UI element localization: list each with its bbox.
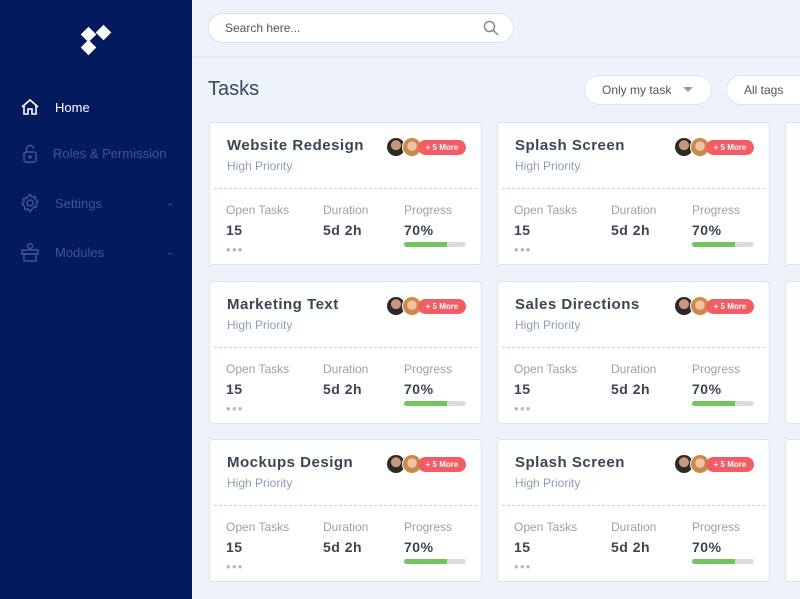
- topbar: [192, 0, 800, 58]
- all-tags-dropdown[interactable]: All tags: [726, 75, 800, 105]
- card-priority: High Priority: [227, 476, 293, 490]
- lock-icon: [23, 144, 37, 163]
- progress-stat: Progress 70%: [692, 520, 741, 555]
- divider: [502, 188, 765, 189]
- progress-bar: [404, 401, 466, 406]
- open-tasks-stat: Open Tasks 15: [514, 362, 578, 397]
- more-members-badge[interactable]: + 5 More: [706, 140, 754, 155]
- card-priority: High Priority: [515, 476, 581, 490]
- more-members-badge[interactable]: + 5 More: [706, 299, 754, 314]
- more-options-icon[interactable]: ●●●: [514, 562, 532, 571]
- progress-bar: [692, 559, 754, 564]
- sidebar-item-modules[interactable]: Modules ⌄: [0, 237, 192, 267]
- sidebar: Home Roles & Permission Settings ⌄ Modul…: [0, 0, 192, 599]
- search-input[interactable]: [225, 21, 475, 35]
- search-box[interactable]: [208, 13, 514, 43]
- chevron-down-icon: ⌄: [166, 197, 175, 209]
- chevron-down-icon: ⌄: [166, 246, 175, 258]
- task-card[interactable]: Mockups Design High Priority + 5 More Op…: [209, 439, 482, 582]
- progress-bar: [692, 242, 754, 247]
- progress-bar: [404, 559, 466, 564]
- caret-down-icon: [683, 87, 693, 92]
- task-card-partial[interactable]: [785, 281, 800, 424]
- card-title: Mockups Design: [227, 454, 354, 471]
- more-members-badge[interactable]: + 5 More: [418, 299, 466, 314]
- card-title: Website Redesign: [227, 137, 364, 154]
- open-tasks-stat: Open Tasks 15: [226, 203, 290, 238]
- duration-stat: Duration 5d 2h: [323, 520, 369, 555]
- sidebar-item-settings[interactable]: Settings ⌄: [0, 188, 192, 218]
- dropdown-label: All tags: [744, 83, 784, 97]
- task-card[interactable]: Website Redesign High Priority + 5 More …: [209, 122, 482, 265]
- more-options-icon[interactable]: ●●●: [226, 562, 244, 571]
- more-options-icon[interactable]: ●●●: [514, 245, 532, 254]
- card-priority: High Priority: [227, 318, 293, 332]
- progress-stat: Progress 70%: [692, 203, 741, 238]
- more-members-badge[interactable]: + 5 More: [418, 457, 466, 472]
- divider: [214, 347, 477, 348]
- duration-stat: Duration 5d 2h: [323, 362, 369, 397]
- divider: [502, 347, 765, 348]
- modules-icon: [21, 242, 39, 262]
- progress-stat: Progress 70%: [692, 362, 741, 397]
- card-title: Marketing Text: [227, 296, 339, 313]
- sidebar-item-home[interactable]: Home: [0, 92, 192, 122]
- task-card-partial[interactable]: [785, 439, 800, 582]
- task-card[interactable]: Marketing Text High Priority + 5 More Op…: [209, 281, 482, 424]
- more-members-badge[interactable]: + 5 More: [706, 457, 754, 472]
- card-title: Splash Screen: [515, 454, 625, 471]
- duration-stat: Duration 5d 2h: [323, 203, 369, 238]
- divider: [502, 505, 765, 506]
- sidebar-item-roles[interactable]: Roles & Permission: [0, 138, 192, 168]
- card-priority: High Priority: [227, 159, 293, 173]
- divider: [214, 505, 477, 506]
- logo: [80, 24, 114, 56]
- progress-stat: Progress 70%: [404, 520, 453, 555]
- task-card-partial[interactable]: [785, 122, 800, 265]
- progress-stat: Progress 70%: [404, 203, 453, 238]
- open-tasks-stat: Open Tasks 15: [514, 203, 578, 238]
- home-icon: [21, 98, 39, 115]
- divider: [214, 188, 477, 189]
- more-options-icon[interactable]: ●●●: [514, 404, 532, 413]
- only-my-task-dropdown[interactable]: Only my task: [584, 75, 712, 105]
- open-tasks-stat: Open Tasks 15: [226, 362, 290, 397]
- task-card[interactable]: Splash Screen High Priority + 5 More Ope…: [497, 439, 770, 582]
- open-tasks-stat: Open Tasks 15: [514, 520, 578, 555]
- dropdown-label: Only my task: [602, 83, 672, 97]
- progress-bar: [404, 242, 466, 247]
- more-options-icon[interactable]: ●●●: [226, 404, 244, 413]
- progress-bar: [692, 401, 754, 406]
- card-title: Splash Screen: [515, 137, 625, 154]
- task-card[interactable]: Splash Screen High Priority + 5 More Ope…: [497, 122, 770, 265]
- gear-icon: [20, 193, 40, 213]
- progress-stat: Progress 70%: [404, 362, 453, 397]
- duration-stat: Duration 5d 2h: [611, 362, 657, 397]
- open-tasks-stat: Open Tasks 15: [226, 520, 290, 555]
- task-card[interactable]: Sales Directions High Priority + 5 More …: [497, 281, 770, 424]
- more-options-icon[interactable]: ●●●: [226, 245, 244, 254]
- page-title: Tasks: [208, 78, 260, 100]
- card-title: Sales Directions: [515, 296, 640, 313]
- duration-stat: Duration 5d 2h: [611, 520, 657, 555]
- duration-stat: Duration 5d 2h: [611, 203, 657, 238]
- card-priority: High Priority: [515, 318, 581, 332]
- card-priority: High Priority: [515, 159, 581, 173]
- more-members-badge[interactable]: + 5 More: [418, 140, 466, 155]
- search-icon[interactable]: [483, 20, 499, 36]
